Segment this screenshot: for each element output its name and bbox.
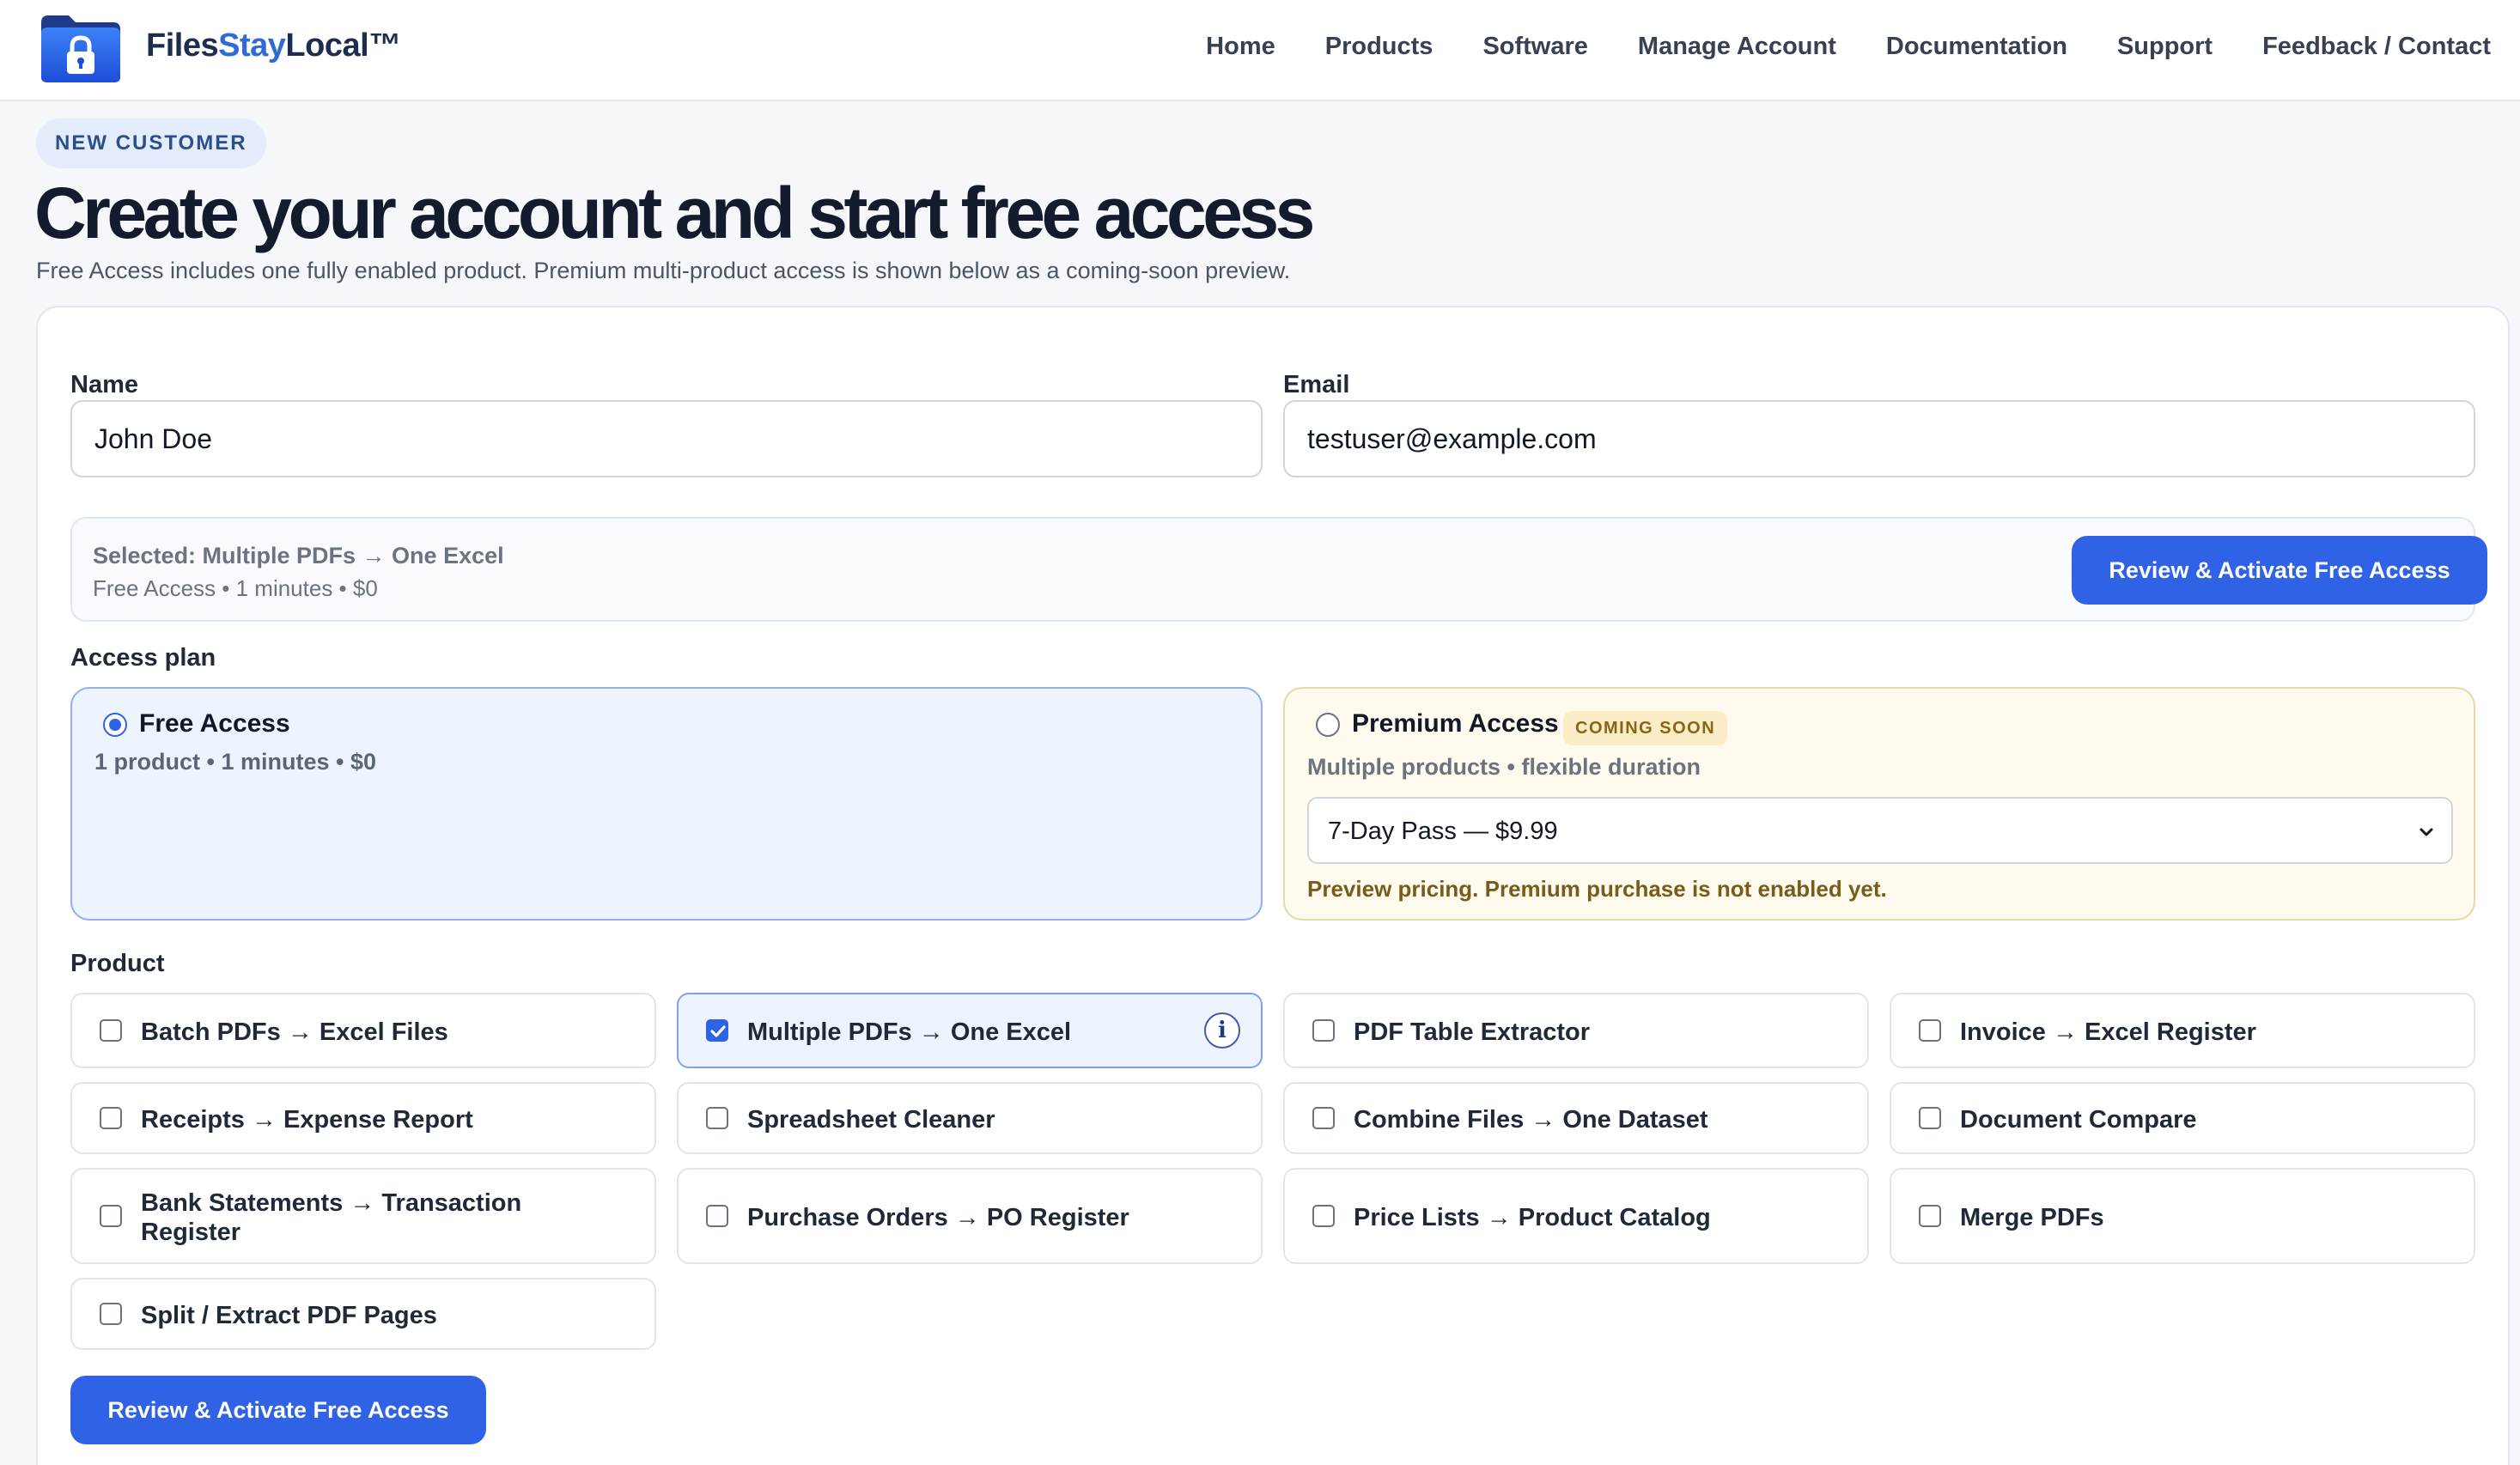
email-label: Email bbox=[1283, 371, 1350, 398]
product-option-pdf-table-extractor[interactable]: PDF Table Extractor bbox=[1283, 993, 1869, 1068]
preview-pricing-note: Preview pricing. Premium purchase is not… bbox=[1307, 876, 1887, 902]
product-option-batch-pdfs-excel[interactable]: Batch PDFs → Excel Files bbox=[70, 993, 656, 1068]
folder-lock-icon[interactable] bbox=[38, 12, 124, 84]
product-option-price-lists-catalog[interactable]: Price Lists → Product Catalog bbox=[1283, 1168, 1869, 1264]
brand-part-files: Files bbox=[146, 27, 219, 64]
access-plan-label: Access plan bbox=[70, 644, 216, 672]
product-checkbox-checked[interactable] bbox=[706, 1019, 728, 1042]
selected-plan-details: Free Access • 1 minutes • $0 bbox=[93, 575, 378, 601]
top-navigation-bar: FilesStayLocal™ Home Products Software M… bbox=[0, 0, 2520, 101]
brand-part-local: Local™ bbox=[285, 27, 401, 64]
product-checkbox[interactable] bbox=[100, 1019, 122, 1042]
product-checkbox[interactable] bbox=[100, 1303, 122, 1325]
product-option-label: Bank Statements → Transaction Register bbox=[141, 1189, 522, 1246]
free-access-plan-option[interactable]: Free Access 1 product • 1 minutes • $0 bbox=[70, 687, 1263, 921]
product-option-label: Invoice → Excel Register bbox=[1960, 1018, 2256, 1046]
product-option-document-compare[interactable]: Document Compare bbox=[1890, 1082, 2475, 1154]
nav-software[interactable]: Software bbox=[1482, 33, 1587, 61]
chevron-down-icon bbox=[2413, 819, 2439, 845]
product-option-multiple-pdfs-one-excel[interactable]: Multiple PDFs → One Excel i bbox=[677, 993, 1263, 1068]
selection-summary: Selected: Multiple PDFs → One Excel Free… bbox=[70, 517, 2487, 622]
product-option-bank-statements-register[interactable]: Bank Statements → Transaction Register bbox=[70, 1168, 656, 1264]
free-access-radio[interactable] bbox=[103, 713, 127, 737]
email-input[interactable] bbox=[1283, 400, 2475, 477]
name-label: Name bbox=[70, 371, 138, 398]
product-option-label: Document Compare bbox=[1960, 1106, 2197, 1134]
nav-products[interactable]: Products bbox=[1325, 33, 1433, 61]
premium-duration-select[interactable]: 7-Day Pass — $9.99 bbox=[1307, 797, 2453, 864]
page-title: Create your account and start free acces… bbox=[34, 173, 1315, 253]
product-option-spreadsheet-cleaner[interactable]: Spreadsheet Cleaner bbox=[677, 1082, 1263, 1154]
nav-home[interactable]: Home bbox=[1206, 33, 1275, 61]
product-checkbox[interactable] bbox=[1312, 1019, 1335, 1042]
product-option-split-extract-pages[interactable]: Split / Extract PDF Pages bbox=[70, 1278, 656, 1350]
product-option-label: Receipts → Expense Report bbox=[141, 1106, 473, 1134]
nav-support[interactable]: Support bbox=[2117, 33, 2213, 61]
product-checkbox[interactable] bbox=[1312, 1205, 1335, 1227]
product-option-label: Batch PDFs → Excel Files bbox=[141, 1018, 448, 1046]
product-option-purchase-orders-register[interactable]: Purchase Orders → PO Register bbox=[677, 1168, 1263, 1264]
product-label: Product bbox=[70, 950, 165, 977]
product-option-label: Purchase Orders → PO Register bbox=[747, 1204, 1129, 1231]
review-activate-button-bottom[interactable]: Review & Activate Free Access bbox=[70, 1376, 486, 1444]
product-option-label: Split / Extract PDF Pages bbox=[141, 1302, 437, 1329]
free-access-title: Free Access bbox=[139, 709, 290, 738]
product-option-label: PDF Table Extractor bbox=[1354, 1018, 1591, 1046]
new-customer-badge: NEW CUSTOMER bbox=[36, 119, 266, 168]
premium-access-plan-option[interactable]: Premium Access COMING SOON Multiple prod… bbox=[1283, 687, 2475, 921]
brand-part-stay: Stay bbox=[218, 27, 286, 64]
product-checkbox[interactable] bbox=[100, 1107, 122, 1129]
product-option-label: Merge PDFs bbox=[1960, 1204, 2104, 1231]
product-option-label: Multiple PDFs → One Excel bbox=[747, 1018, 1072, 1046]
product-option-combine-files-dataset[interactable]: Combine Files → One Dataset bbox=[1283, 1082, 1869, 1154]
product-option-label: Combine Files → One Dataset bbox=[1354, 1106, 1708, 1134]
name-input[interactable] bbox=[70, 400, 1263, 477]
nav-manage-account[interactable]: Manage Account bbox=[1638, 33, 1836, 61]
product-checkbox[interactable] bbox=[706, 1107, 728, 1129]
info-icon[interactable]: i bbox=[1204, 1012, 1240, 1049]
product-option-receipts-expense-report[interactable]: Receipts → Expense Report bbox=[70, 1082, 656, 1154]
selected-product-text: Selected: Multiple PDFs → One Excel bbox=[93, 543, 504, 568]
free-access-meta: 1 product • 1 minutes • $0 bbox=[94, 749, 376, 775]
premium-access-radio[interactable] bbox=[1316, 713, 1340, 737]
premium-access-title: Premium Access bbox=[1352, 709, 1559, 738]
product-checkbox[interactable] bbox=[706, 1205, 728, 1227]
checkmark-icon bbox=[710, 1025, 726, 1037]
product-option-merge-pdfs[interactable]: Merge PDFs bbox=[1890, 1168, 2475, 1264]
premium-duration-selected: 7-Day Pass — $9.99 bbox=[1328, 818, 1558, 845]
review-activate-button-top[interactable]: Review & Activate Free Access bbox=[2072, 536, 2487, 605]
product-checkbox[interactable] bbox=[1312, 1107, 1335, 1129]
product-option-label: Price Lists → Product Catalog bbox=[1354, 1204, 1711, 1231]
product-checkbox[interactable] bbox=[1919, 1205, 1941, 1227]
main-nav: Home Products Software Manage Account Do… bbox=[1206, 33, 2491, 61]
product-checkbox[interactable] bbox=[100, 1205, 122, 1227]
coming-soon-badge: COMING SOON bbox=[1563, 711, 1728, 745]
product-option-invoice-excel-register[interactable]: Invoice → Excel Register bbox=[1890, 993, 2475, 1068]
brand-name[interactable]: FilesStayLocal™ bbox=[146, 27, 401, 64]
page-subtitle: Free Access includes one fully enabled p… bbox=[36, 258, 1291, 283]
nav-feedback-contact[interactable]: Feedback / Contact bbox=[2262, 33, 2491, 61]
premium-access-meta: Multiple products • flexible duration bbox=[1307, 754, 1701, 780]
product-checkbox[interactable] bbox=[1919, 1107, 1941, 1129]
product-option-label: Spreadsheet Cleaner bbox=[747, 1106, 995, 1134]
nav-documentation[interactable]: Documentation bbox=[1886, 33, 2067, 61]
product-checkbox[interactable] bbox=[1919, 1019, 1941, 1042]
